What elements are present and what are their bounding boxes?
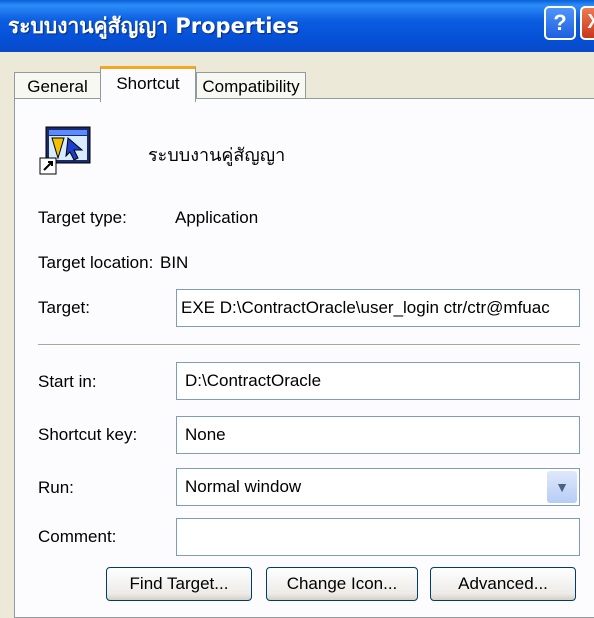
shortcut-name: ระบบงานคู่สัญญา <box>148 145 286 166</box>
run-select[interactable]: Normal window ▼ <box>176 468 580 506</box>
title-bar[interactable]: ระบบงานคู่สัญญา Properties ? X <box>0 0 594 52</box>
run-label: Run: <box>38 478 74 497</box>
shortcut-key-input[interactable]: None <box>176 416 580 454</box>
app-shortcut-icon <box>39 126 91 175</box>
shortcut-key-label: Shortcut key: <box>38 425 138 444</box>
separator <box>38 344 580 346</box>
comment-input[interactable] <box>176 518 580 556</box>
window-title: ระบบงานคู่สัญญา Properties <box>8 14 300 38</box>
advanced-button[interactable]: Advanced... <box>430 567 576 601</box>
target-location-value: BIN <box>160 253 189 272</box>
tab-compatibility[interactable]: Compatibility <box>196 72 306 100</box>
tab-shortcut[interactable]: Shortcut <box>100 66 196 102</box>
target-type-label: Target type: <box>38 208 127 227</box>
find-target-button[interactable]: Find Target... <box>106 567 252 601</box>
tab-general[interactable]: General <box>14 72 101 100</box>
target-location-label: Target location: <box>38 253 154 272</box>
chevron-down-icon[interactable]: ▼ <box>547 471 577 503</box>
target-type-value: Application <box>175 208 259 227</box>
target-input[interactable]: EXE D:\ContractOracle\user_login ctr/ctr… <box>176 289 580 327</box>
start-in-input[interactable]: D:\ContractOracle <box>176 362 580 400</box>
target-label: Target: <box>38 298 90 317</box>
run-select-value: Normal window <box>185 477 302 496</box>
close-button[interactable]: X <box>580 6 594 40</box>
help-button[interactable]: ? <box>544 6 576 40</box>
change-icon-button[interactable]: Change Icon... <box>266 567 418 601</box>
start-in-label: Start in: <box>38 372 97 391</box>
comment-label: Comment: <box>38 527 117 546</box>
